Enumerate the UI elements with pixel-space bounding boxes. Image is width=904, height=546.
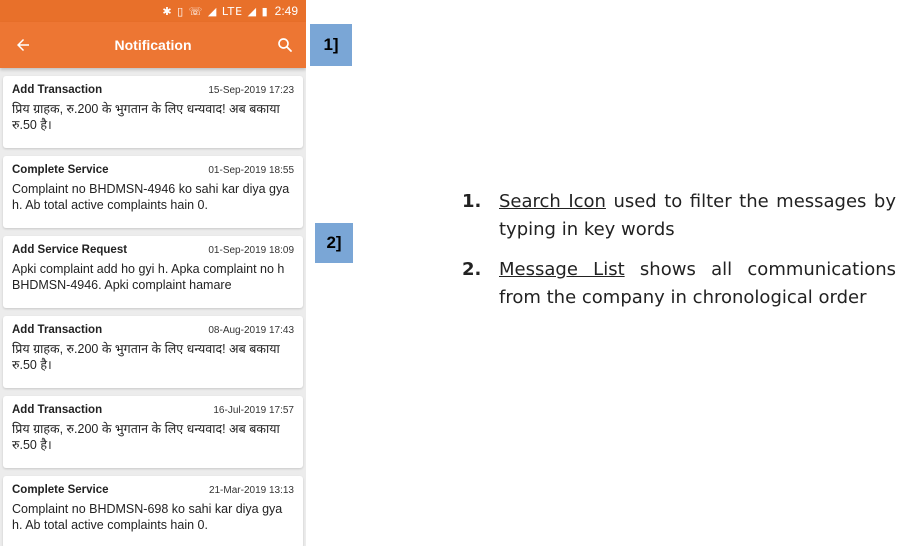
search-button[interactable] [272, 32, 298, 58]
list-item[interactable]: Add Transaction 15-Sep-2019 17:23 प्रिय … [3, 76, 303, 148]
app-bar: Notification [0, 22, 306, 68]
item-body: प्रिय ग्राहक, रु.200 के भुगतान के लिए धन… [12, 102, 280, 132]
item-title: Add Transaction [12, 84, 103, 96]
list-item[interactable]: Complete Service 01-Sep-2019 18:55 Compl… [3, 156, 303, 228]
item-title: Complete Service [12, 164, 109, 176]
arrow-left-icon [17, 39, 29, 51]
description-item: 1. Search Icon used to filter the messag… [462, 188, 896, 244]
item-title: Add Transaction [12, 404, 103, 416]
item-body: प्रिय ग्राहक, रु.200 के भुगतान के लिए धन… [12, 422, 280, 452]
list-item[interactable]: Add Transaction 16-Jul-2019 17:57 प्रिय … [3, 396, 303, 468]
term-message-list: Message List [499, 259, 625, 280]
item-title: Complete Service [12, 484, 109, 496]
term-search-icon: Search Icon [499, 191, 606, 212]
item-date: 01-Sep-2019 18:09 [208, 245, 294, 256]
list-item[interactable]: Add Service Request 01-Sep-2019 18:09 Ap… [3, 236, 303, 308]
item-title: Add Transaction [12, 324, 103, 336]
item-date: 08-Aug-2019 17:43 [208, 325, 294, 336]
message-list[interactable]: Add Transaction 15-Sep-2019 17:23 प्रिय … [0, 68, 306, 546]
description-list: 1. Search Icon used to filter the messag… [462, 188, 896, 324]
item-number: 1. [462, 191, 482, 212]
phone-screen: ✱ ▯ ☏ ◢ LTE ◢ ▮ 2:49 Notification Add Tr… [0, 0, 306, 546]
description-item: 2. Message List shows all communications… [462, 256, 896, 312]
item-body: Complaint no BHDMSN-4946 ko sahi kar diy… [12, 182, 290, 212]
item-body: प्रिय ग्राहक, रु.200 के भुगतान के लिए धन… [12, 342, 280, 372]
status-bar: ✱ ▯ ☏ ◢ LTE ◢ ▮ 2:49 [0, 0, 306, 22]
item-date: 15-Sep-2019 17:23 [208, 85, 294, 96]
back-button[interactable] [0, 22, 46, 68]
status-time: 2:49 [274, 4, 298, 18]
search-icon [278, 38, 292, 52]
item-number: 2. [462, 259, 482, 280]
item-date: 16-Jul-2019 17:57 [213, 405, 294, 416]
list-item[interactable]: Add Transaction 08-Aug-2019 17:43 प्रिय … [3, 316, 303, 388]
callout-message-list: 2] [315, 223, 353, 263]
item-date: 01-Sep-2019 18:55 [208, 165, 294, 176]
callout-search-icon: 1] [310, 24, 352, 66]
list-item[interactable]: Complete Service 21-Mar-2019 13:13 Compl… [3, 476, 303, 546]
item-date: 21-Mar-2019 13:13 [208, 485, 294, 496]
item-body: Complaint no BHDMSN-698 ko sahi kar diya… [12, 502, 283, 532]
item-title: Add Service Request [12, 244, 128, 256]
status-icons: ✱ ▯ ☏ ◢ LTE ◢ ▮ [162, 4, 269, 18]
item-body: Apki complaint add ho gyi h. Apka compla… [12, 262, 285, 292]
